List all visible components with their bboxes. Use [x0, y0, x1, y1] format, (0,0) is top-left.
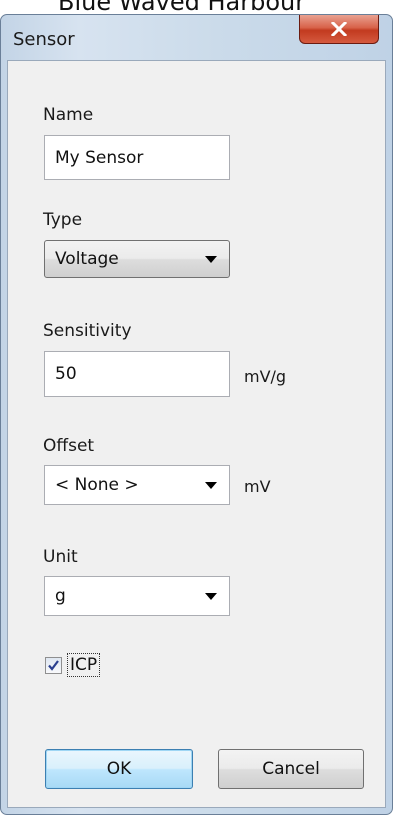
name-input-value: My Sensor — [55, 147, 144, 168]
ok-button[interactable]: OK — [45, 749, 193, 789]
close-button[interactable] — [299, 15, 379, 44]
offset-unit: mV — [244, 477, 271, 496]
window-title: Sensor — [13, 29, 75, 50]
name-input[interactable]: My Sensor — [44, 135, 230, 180]
type-label: Type — [43, 210, 83, 230]
icp-checkbox-label[interactable]: ICP — [67, 653, 101, 677]
dialog-body: Name My Sensor Type Voltage Sensitivity … — [7, 60, 386, 808]
offset-combobox-value: < None > — [55, 475, 139, 495]
sensitivity-label: Sensitivity — [43, 321, 132, 341]
offset-combobox[interactable]: < None > — [44, 465, 230, 505]
offset-label: Offset — [43, 436, 95, 456]
sensitivity-input-value: 50 — [55, 364, 77, 384]
cancel-button-label: Cancel — [262, 759, 320, 779]
sensitivity-input[interactable]: 50 — [44, 351, 230, 397]
chevron-down-icon — [205, 482, 217, 489]
unit-combobox[interactable]: g — [44, 576, 230, 616]
chevron-down-icon — [205, 593, 217, 600]
title-bar[interactable]: Sensor — [1, 15, 392, 60]
unit-combobox-value: g — [55, 586, 66, 606]
unit-label: Unit — [43, 547, 78, 567]
chevron-down-icon — [205, 256, 217, 263]
checkmark-icon — [48, 660, 59, 671]
icp-checkbox[interactable] — [45, 657, 62, 674]
sensitivity-unit: mV/g — [244, 367, 287, 386]
ok-button-label: OK — [106, 759, 132, 779]
name-label: Name — [43, 105, 94, 125]
type-dropdown-value: Voltage — [55, 249, 119, 269]
sensor-dialog: Sensor Name My Sensor Type Voltage Sensi… — [0, 14, 393, 815]
close-icon — [331, 22, 347, 36]
type-dropdown[interactable]: Voltage — [44, 240, 230, 278]
cancel-button[interactable]: Cancel — [218, 749, 364, 789]
